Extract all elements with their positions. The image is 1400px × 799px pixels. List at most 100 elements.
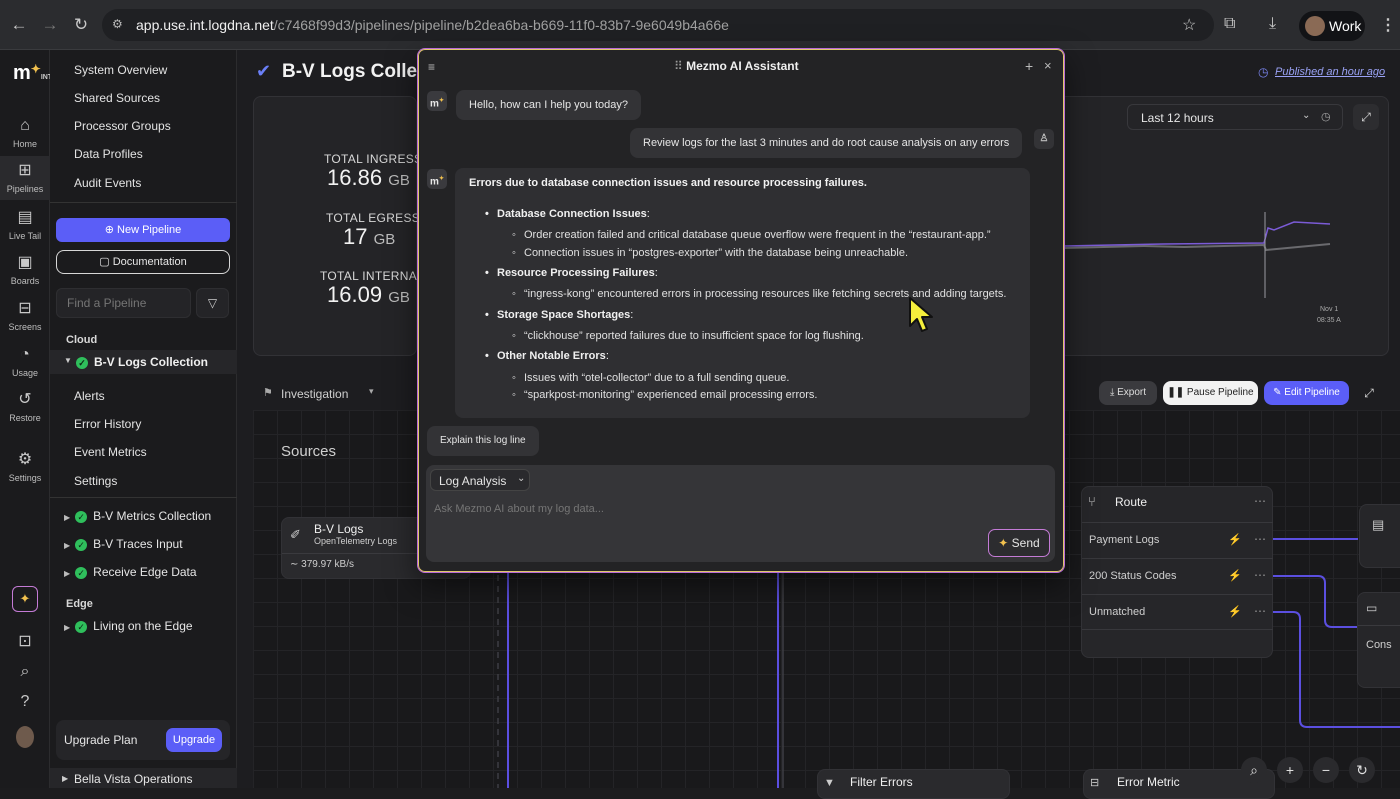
pause-pipeline-button[interactable]: ❚❚ Pause Pipeline <box>1163 381 1258 405</box>
section-title-text: Storage Space Shortages <box>497 309 631 321</box>
selected-pipeline-row[interactable]: ▼ ✓ B-V Logs Collection <box>50 350 237 374</box>
pipeline-item[interactable]: ▶ ✓ B-V Traces Input <box>64 537 183 551</box>
clock-icon: ◷ <box>1258 65 1269 79</box>
rail-label: Usage <box>11 368 38 378</box>
stat-unit: GB <box>373 231 396 248</box>
usage-icon: ◔ <box>20 346 30 363</box>
address-bar[interactable]: ⚙ app.use.int.logdna.net/c7468f99d3/pipe… <box>102 9 1214 41</box>
pipeline-label: Living on the Edge <box>93 619 193 633</box>
rail-label: Home <box>12 139 37 149</box>
caret-down-icon[interactable]: ▾ <box>369 386 374 397</box>
rail-usage[interactable]: ◔ Usage <box>0 345 50 385</box>
route-row[interactable]: 200 Status Codes ⚡ ⋯ <box>1082 558 1273 594</box>
bookmark-star-icon[interactable]: ☆ <box>1182 15 1196 35</box>
drag-handle-icon[interactable]: ⠿ <box>674 59 686 73</box>
back-icon[interactable]: ← <box>8 14 30 36</box>
more-icon[interactable]: ⋯ <box>1254 568 1266 582</box>
new-pipeline-button[interactable]: ⊕ New Pipeline <box>56 218 230 242</box>
rail-home[interactable]: ⌂ Home <box>0 116 50 156</box>
menu-icon[interactable]: ≡ <box>428 60 435 74</box>
nav-event-metrics[interactable]: Event Metrics <box>74 445 147 459</box>
more-icon[interactable]: ⋯ <box>1254 604 1266 618</box>
mezmo-logo[interactable]: m✦INT <box>13 62 52 85</box>
help-icon[interactable]: ? <box>0 692 50 712</box>
feedback-icon[interactable]: ⊡ <box>0 632 50 652</box>
destination-node[interactable]: ▭ Cons <box>1357 592 1400 688</box>
send-button[interactable]: ✦ Send <box>988 529 1050 557</box>
route-row-label: Payment Logs <box>1089 534 1160 546</box>
extensions-icon[interactable]: ⧉ <box>1224 15 1235 33</box>
close-icon[interactable]: × <box>1044 58 1052 73</box>
rail-live-tail[interactable]: ▤ Live Tail <box>0 208 50 248</box>
investigation-label[interactable]: Investigation <box>281 387 348 401</box>
history-icon: ◷ <box>1321 111 1331 123</box>
route-row[interactable]: Unmatched ⚡ ⋯ <box>1082 594 1273 630</box>
edit-pipeline-button[interactable]: ✎ Edit Pipeline <box>1264 381 1349 405</box>
zoom-out-icon[interactable]: − <box>1313 757 1339 783</box>
filter-icon[interactable]: ▽ <box>196 288 229 318</box>
search-icon[interactable]: ⌕ <box>0 662 50 682</box>
fullscreen-icon[interactable]: ⤢ <box>1358 381 1380 405</box>
avatar-letter: m <box>430 98 439 110</box>
nav-error-history[interactable]: Error History <box>74 417 141 431</box>
rail-restore[interactable]: ↺ Restore <box>0 390 50 430</box>
export-button[interactable]: ⤓ Export <box>1099 381 1157 405</box>
rail-pipelines[interactable]: ⊞ Pipelines <box>0 156 50 200</box>
response-heading: Errors due to database connection issues… <box>469 177 867 189</box>
route-row[interactable]: Payment Logs ⚡ ⋯ <box>1082 522 1273 558</box>
expand-icon[interactable]: ⤢ <box>1353 104 1379 130</box>
response-section-title: Other Notable Errors: <box>485 350 609 362</box>
chevron-right-icon: ▶ <box>64 513 71 522</box>
browser-toolbar: ← → ↻ ⚙ app.use.int.logdna.net/c7468f99d… <box>0 0 1400 50</box>
nav-processor-groups[interactable]: Processor Groups <box>74 119 171 133</box>
route-icon: ⑂ <box>1088 494 1096 509</box>
mode-select[interactable]: Log Analysis ⌄ <box>430 469 530 491</box>
pipeline-item[interactable]: ▶ ✓ Receive Edge Data <box>64 565 197 579</box>
forward-icon[interactable]: → <box>39 14 61 36</box>
suggestion-chip[interactable]: Explain this log line <box>427 426 539 456</box>
documentation-button[interactable]: ▢ Documentation <box>56 250 230 274</box>
divider <box>50 497 237 498</box>
route-row-label: Unmatched <box>1089 606 1146 618</box>
nav-audit-events[interactable]: Audit Events <box>74 176 141 190</box>
zoom-search-icon[interactable]: ⌕ <box>1241 757 1267 783</box>
stat-value: 16.86 GB <box>327 165 410 191</box>
response-section-title: Database Connection Issues: <box>485 208 650 220</box>
time-range-select[interactable]: Last 12 hours ⌄ ◷ <box>1127 104 1343 130</box>
section-title-text: Resource Processing Failures <box>497 267 655 279</box>
rail-screens[interactable]: ⊟ Screens <box>0 299 50 339</box>
filter-node[interactable]: ▼ Filter Errors <box>817 769 1010 799</box>
stat-number: 16.09 <box>327 282 383 307</box>
nav-alerts[interactable]: Alerts <box>74 389 105 403</box>
new-chat-icon[interactable]: + <box>1025 58 1033 74</box>
rail-boards[interactable]: ▣ Boards <box>0 253 50 293</box>
nav-settings[interactable]: Settings <box>74 474 117 488</box>
published-link[interactable]: Published an hour ago <box>1275 66 1385 78</box>
user-avatar[interactable] <box>16 726 34 748</box>
find-pipeline-input[interactable] <box>56 288 191 318</box>
more-icon[interactable]: ⋯ <box>1254 494 1266 508</box>
more-icon[interactable]: ⋯ <box>1254 532 1266 546</box>
section-title-text: Database Connection Issues <box>497 208 647 220</box>
pipeline-item[interactable]: ▶ ✓ Living on the Edge <box>64 619 193 633</box>
browser-menu-icon[interactable]: ⋮ <box>1380 15 1396 35</box>
destination-node[interactable]: ▤ <box>1359 504 1400 568</box>
source-rate-value: 379.97 kB/s <box>301 559 354 570</box>
reload-icon[interactable]: ↻ <box>70 14 92 36</box>
chat-input[interactable] <box>426 499 986 519</box>
chat-composer: Log Analysis ⌄ ✦ Send <box>426 465 1055 562</box>
nav-data-profiles[interactable]: Data Profiles <box>74 147 143 161</box>
rail-settings[interactable]: ⚙ Settings <box>0 450 50 490</box>
pipeline-item[interactable]: ▶ ✓ B-V Metrics Collection <box>64 509 211 523</box>
nav-system-overview[interactable]: System Overview <box>74 63 167 77</box>
nav-shared-sources[interactable]: Shared Sources <box>74 91 160 105</box>
ai-assistant-icon[interactable]: ✦ <box>12 586 38 612</box>
profile-label: Work <box>1329 18 1362 34</box>
reset-view-icon[interactable]: ↻ <box>1349 757 1375 783</box>
profile-button[interactable]: Work <box>1299 11 1365 41</box>
upgrade-button[interactable]: Upgrade <box>166 728 222 752</box>
zoom-in-icon[interactable]: + <box>1277 757 1303 783</box>
org-switcher[interactable]: ▶ Bella Vista Operations <box>50 768 237 788</box>
site-info-icon[interactable]: ⚙ <box>112 17 123 31</box>
download-icon[interactable]: ⤓ <box>1269 15 1276 33</box>
